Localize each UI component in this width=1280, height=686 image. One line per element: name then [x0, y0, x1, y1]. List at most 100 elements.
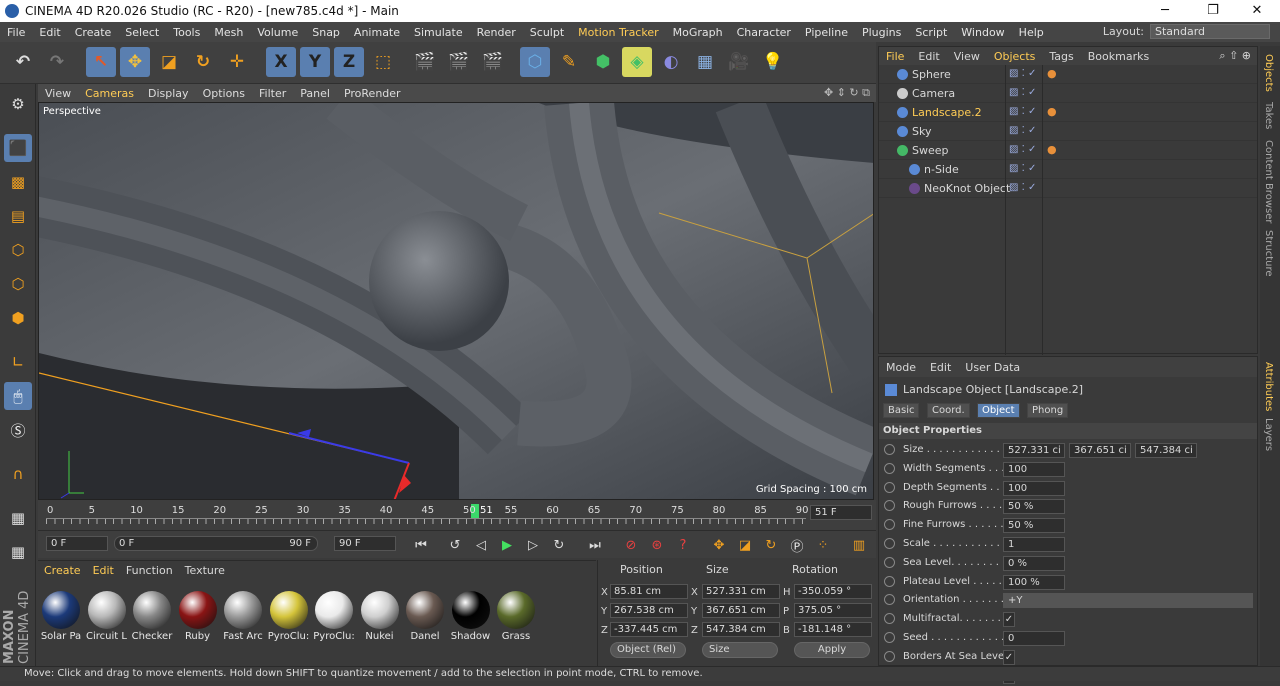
position-y-field[interactable]: 267.538 cm	[610, 603, 688, 618]
light-icon[interactable]: 💡	[758, 47, 788, 77]
viewport-menu-cameras[interactable]: Cameras	[78, 87, 141, 100]
object-name[interactable]: Camera	[912, 87, 955, 100]
y-axis-lock-button[interactable]: Y	[300, 47, 330, 77]
object-row-sphere[interactable]: Sphere ▨ ⁚ ✓ ●	[879, 65, 1257, 84]
attribute-value-field[interactable]: 100	[1003, 461, 1065, 477]
menu-simulate[interactable]: Simulate	[407, 26, 470, 39]
material-item[interactable]: Fast Arc	[222, 591, 264, 642]
z-axis-lock-button[interactable]: Z	[334, 47, 364, 77]
material-item[interactable]: Solar Pa	[40, 591, 82, 642]
side-tab-takes[interactable]: Takes	[1263, 102, 1274, 129]
snap-icon[interactable]: Ⓢ	[4, 416, 32, 444]
object-search-icon[interactable]: ⌕ ⇧ ⊕	[1219, 49, 1257, 63]
viewport-menu-filter[interactable]: Filter	[252, 87, 293, 100]
3d-viewport[interactable]: Perspective Grid Spacing : 100 cm	[38, 102, 874, 500]
viewport-menu-display[interactable]: Display	[141, 87, 196, 100]
side-tab-objects[interactable]: Objects	[1263, 54, 1274, 92]
material-menu-function[interactable]: Function	[120, 564, 179, 577]
attribute-checkbox[interactable]: ✓	[1003, 649, 1015, 665]
key-position-icon[interactable]: ✥	[708, 534, 730, 556]
array-generator-icon[interactable]: ◈	[622, 47, 652, 77]
live-selection-icon[interactable]: ↖	[86, 47, 116, 77]
timeline-window-icon[interactable]: ▥	[848, 534, 870, 556]
attribute-value-field[interactable]: 100	[1003, 480, 1065, 496]
side-tab-layers[interactable]: Layers	[1263, 418, 1274, 451]
subdivision-surface-icon[interactable]: ⬢	[588, 47, 618, 77]
size-value-field[interactable]: 367.651 ci	[1069, 443, 1131, 458]
current-frame-field[interactable]: 51 F	[810, 505, 872, 520]
key-parameter-icon[interactable]: Ⓟ	[786, 534, 808, 556]
axis-mode-icon[interactable]: ∟	[4, 348, 32, 376]
render-view-icon[interactable]: 🎬	[410, 47, 440, 77]
menu-plugins[interactable]: Plugins	[855, 26, 908, 39]
animation-keyframe-dot[interactable]	[884, 632, 895, 643]
animation-keyframe-dot[interactable]	[884, 462, 895, 474]
orientation-dropdown[interactable]: +Y	[1003, 593, 1253, 609]
attribute-checkbox[interactable]: ✓	[1003, 612, 1015, 628]
start-frame-field[interactable]: 0 F	[46, 536, 108, 551]
deformer-icon[interactable]: ◐	[656, 47, 686, 77]
position-x-field[interactable]: 85.81 cm	[610, 584, 688, 599]
go-to-end-icon[interactable]: ⏭	[584, 534, 606, 556]
rotate-tool-icon[interactable]: ↻	[188, 47, 218, 77]
close-button[interactable]: ✕	[1234, 0, 1280, 22]
object-name[interactable]: Landscape.2	[912, 106, 982, 119]
visibility-toggle-icon[interactable]: ▨ ⁚ ✓	[1009, 68, 1036, 79]
end-frame-field[interactable]: 90 F	[334, 536, 396, 551]
keyframe-selection-icon[interactable]: ?	[672, 534, 694, 556]
render-picture-viewer-icon[interactable]: 🎬	[444, 47, 474, 77]
material-item[interactable]: Checker	[131, 591, 173, 642]
viewport-menu-view[interactable]: View	[38, 87, 78, 100]
next-key-icon[interactable]: ↻	[548, 534, 570, 556]
menu-help[interactable]: Help	[1012, 26, 1051, 39]
object-row-n-side[interactable]: n-Side ▨ ⁚ ✓	[879, 160, 1257, 179]
redo-button[interactable]: ↷	[42, 47, 72, 77]
attribute-value-field[interactable]: 0 %	[1003, 555, 1065, 571]
menu-mograph[interactable]: MoGraph	[666, 26, 730, 39]
previous-key-icon[interactable]: ↺	[444, 534, 466, 556]
viewport-navigation-icons[interactable]: ✥ ⇕ ↻ ⧉	[824, 86, 876, 100]
model-mode-icon[interactable]: ⬛	[4, 134, 32, 162]
timeline-ruler[interactable]: 51 51 F 0 5 10 15 20 25 30 35 40 45 50 55 60 65 70 75 80…	[38, 500, 876, 530]
attribute-value-field[interactable]: 0	[1003, 631, 1065, 646]
attribute-value-field[interactable]: 50 %	[1003, 518, 1065, 534]
object-menu-edit[interactable]: Edit	[911, 50, 946, 63]
object-menu-tags[interactable]: Tags	[1042, 50, 1080, 63]
material-item[interactable]: Danel	[404, 591, 446, 642]
tab-object[interactable]: Object	[977, 403, 1020, 418]
material-item[interactable]: Nukei	[359, 591, 401, 642]
viewport-menu-panel[interactable]: Panel	[293, 87, 337, 100]
record-keys-icon[interactable]: ⊘	[620, 534, 642, 556]
side-tab-structure[interactable]: Structure	[1263, 230, 1274, 277]
camera-icon[interactable]: 🎥	[724, 47, 754, 77]
menu-window[interactable]: Window	[954, 26, 1011, 39]
workplane-icon[interactable]: ▦	[4, 504, 32, 532]
material-tag-icon[interactable]: ●	[1047, 105, 1057, 118]
side-tab-content-browser[interactable]: Content Browser	[1263, 140, 1274, 223]
object-menu-objects[interactable]: Objects	[987, 50, 1043, 63]
menu-sculpt[interactable]: Sculpt	[523, 26, 571, 39]
menu-render[interactable]: Render	[470, 26, 523, 39]
key-pla-icon[interactable]: ⁘	[812, 534, 834, 556]
menu-motion-tracker[interactable]: Motion Tracker	[571, 26, 665, 39]
material-menu-edit[interactable]: Edit	[87, 564, 120, 577]
object-row-sweep[interactable]: Sweep ▨ ⁚ ✓ ●	[879, 141, 1257, 160]
object-menu-view[interactable]: View	[947, 50, 987, 63]
visibility-toggle-icon[interactable]: ▨ ⁚ ✓	[1009, 87, 1036, 98]
object-menu-bookmarks[interactable]: Bookmarks	[1081, 50, 1156, 63]
frame-range-slider[interactable]: 0 F 90 F	[114, 536, 318, 551]
material-item[interactable]: Grass	[495, 591, 537, 642]
undo-button[interactable]: ↶	[8, 47, 38, 77]
menu-edit[interactable]: Edit	[32, 26, 67, 39]
coord-mode-dropdown[interactable]: Object (Rel)	[610, 642, 686, 658]
size-mode-dropdown[interactable]: Size	[702, 642, 778, 658]
material-item[interactable]: Circuit L	[86, 591, 128, 642]
texture-mode-icon[interactable]: ▩	[4, 168, 32, 196]
viewport-menu-options[interactable]: Options	[196, 87, 252, 100]
position-z-field[interactable]: -337.445 cm	[610, 622, 688, 637]
menu-create[interactable]: Create	[68, 26, 119, 39]
visibility-toggle-icon[interactable]: ▨ ⁚ ✓	[1009, 144, 1036, 155]
magnet-icon[interactable]: ∩	[4, 460, 32, 488]
play-icon[interactable]: ▶	[496, 534, 518, 556]
render-settings-icon[interactable]: 🎬	[478, 47, 508, 77]
